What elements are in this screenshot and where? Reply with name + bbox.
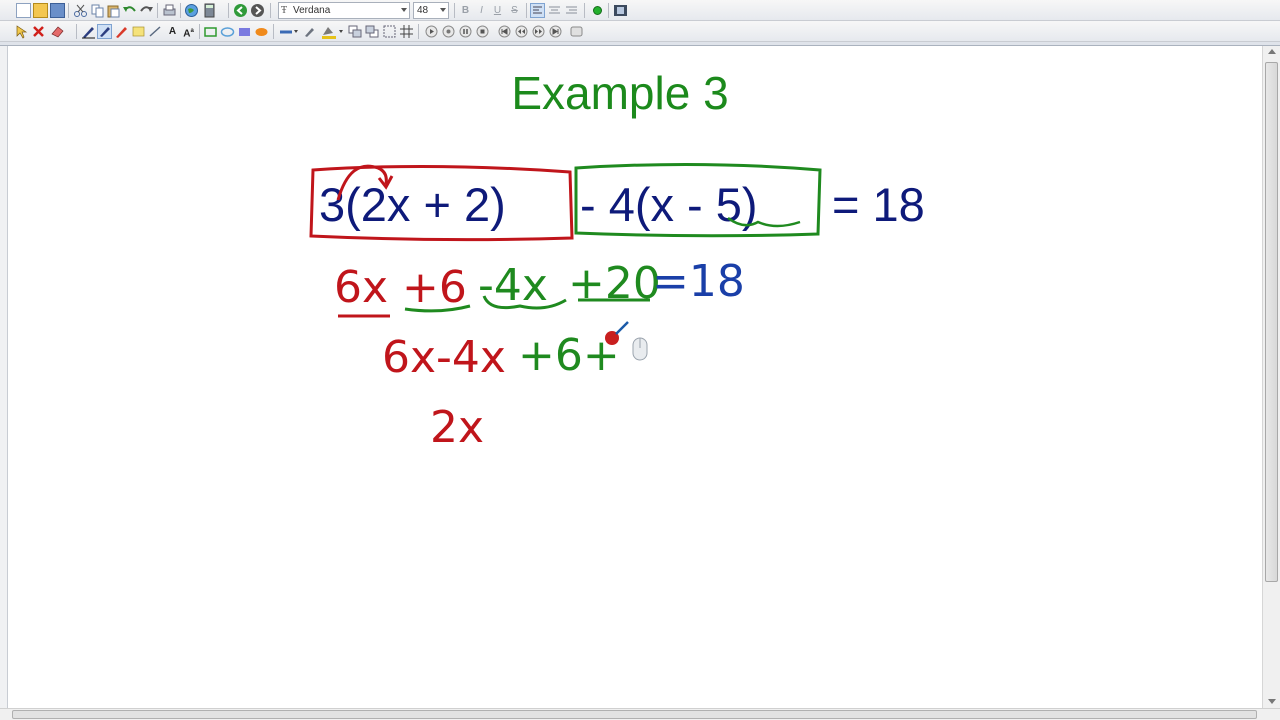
scroll-down-icon[interactable] <box>1268 699 1276 704</box>
ink-plus-6-plus: +6+ <box>518 330 620 381</box>
green-underline-annotation <box>727 216 801 228</box>
handwritten-line-1: 6x +6 -4x +20 =18 <box>334 256 745 318</box>
vertical-scrollbar[interactable] <box>1262 46 1280 708</box>
vertical-scroll-thumb[interactable] <box>1265 62 1278 582</box>
handwriting-layer: 6x +6 -4x +20 =18 6x-4x +6+ 2x <box>309 162 822 453</box>
ink-6x-minus-4x: 6x-4x <box>382 332 506 383</box>
horizontal-scroll-thumb[interactable] <box>12 710 1257 719</box>
distribution-arrow <box>336 164 388 201</box>
horizontal-scrollbar[interactable] <box>0 708 1280 720</box>
ink-2x: 2x <box>430 402 484 453</box>
handwritten-line-2: 6x-4x +6+ <box>382 330 620 383</box>
scroll-up-icon[interactable] <box>1268 49 1276 54</box>
ink-equals-18: =18 <box>652 256 745 307</box>
red-box-annotation <box>309 164 574 242</box>
ink-plus-6: +6 <box>402 262 467 313</box>
ink-6x: 6x <box>334 262 388 313</box>
